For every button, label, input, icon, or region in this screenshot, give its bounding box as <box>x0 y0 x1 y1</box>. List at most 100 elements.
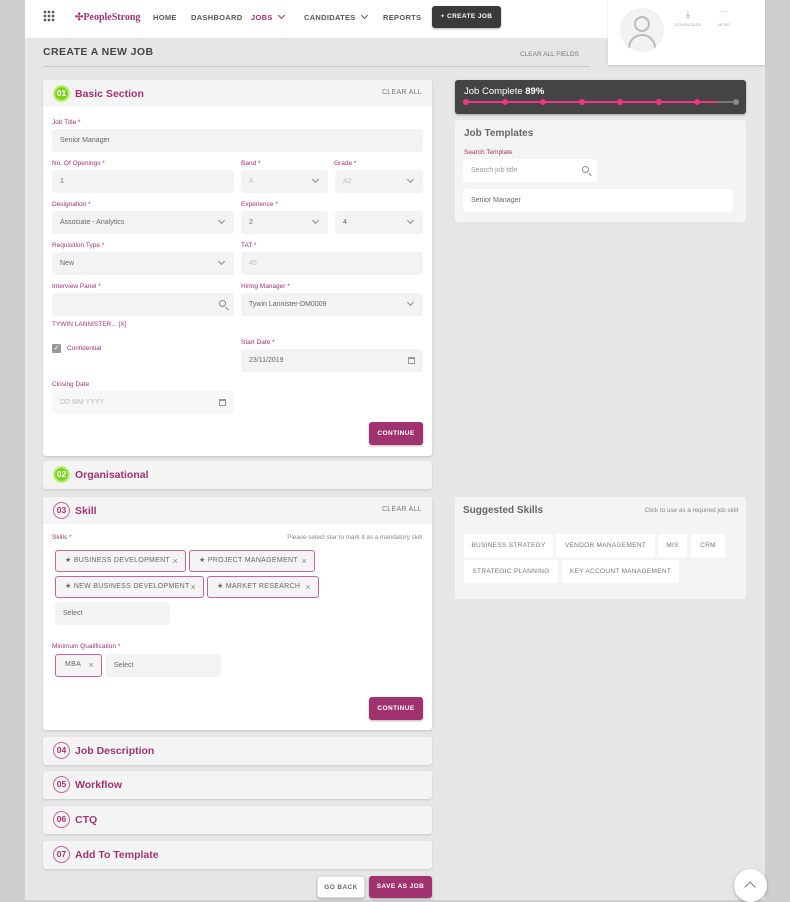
tat-input[interactable]: 45 <box>241 252 423 275</box>
download-icon[interactable]: ⤓ <box>686 9 690 20</box>
band-select[interactable]: A <box>241 170 328 193</box>
confidential-checkbox[interactable]: ✓ <box>52 344 61 353</box>
skill-chip[interactable]: ★ MARKET RESEARCH × <box>207 576 319 598</box>
requisition-type-label: Requisition Type * <box>52 242 105 249</box>
logo[interactable]: ✣PeopleStrong <box>75 12 140 23</box>
panel-member-chip[interactable]: TYWIN LANNISTER... [X] <box>52 321 126 328</box>
go-back-button[interactable]: GO BACK <box>317 876 365 898</box>
progress-step-dot <box>578 99 585 105</box>
hiring-manager-label: Hiring Manager * <box>241 283 290 290</box>
star-icon[interactable]: ★ <box>217 583 226 590</box>
more-label[interactable]: MORE <box>718 22 730 27</box>
hiring-manager-select[interactable]: Tywin Lannister-DM0009 <box>241 293 423 316</box>
section-title: CTQ <box>75 814 98 826</box>
downloads-label[interactable]: DOWNLOADS <box>675 22 701 27</box>
experience-min-select[interactable]: 2 <box>241 211 328 234</box>
designation-select[interactable]: Associate - Analytics <box>52 211 234 234</box>
skills-select[interactable]: Select <box>55 602 170 625</box>
step-number: 02 <box>53 466 70 483</box>
divider <box>43 66 590 67</box>
suggested-hint: Click to use as a required job skill <box>644 507 738 514</box>
star-icon[interactable]: ★ <box>65 583 74 590</box>
suggested-skill[interactable]: KEY ACCOUNT MANAGEMENT <box>562 560 679 583</box>
openings-label: No. Of Openings * <box>52 160 105 167</box>
clear-all-button[interactable]: CLEAR ALL <box>382 506 422 513</box>
close-icon[interactable]: × <box>172 551 178 571</box>
star-icon[interactable]: ★ <box>199 557 208 564</box>
star-icon[interactable]: ★ <box>65 557 74 564</box>
openings-input[interactable]: 1 <box>52 170 234 193</box>
step-number: 04 <box>53 742 70 759</box>
step-number: 07 <box>53 846 70 863</box>
progress-step-dot <box>463 99 469 105</box>
continue-button[interactable]: CONTINUE <box>369 697 423 720</box>
section-ctq[interactable]: 06 CTQ <box>43 806 432 834</box>
min-qualification-label: Minimum Qualification * <box>52 643 121 650</box>
qualification-select[interactable]: Select <box>106 654 221 677</box>
step-number: 06 <box>53 811 70 828</box>
suggested-skill[interactable]: BUSINESS STRATEGY <box>464 534 553 557</box>
chevron-down-icon <box>406 216 415 225</box>
close-icon[interactable]: × <box>190 577 196 597</box>
step-number: 03 <box>53 502 70 519</box>
scroll-to-top-button[interactable] <box>734 869 767 902</box>
avatar[interactable] <box>620 8 664 52</box>
save-as-job-button[interactable]: SAVE AS JOB <box>369 876 432 898</box>
section-job-description[interactable]: 04 Job Description <box>43 737 432 765</box>
interview-panel-input[interactable] <box>52 293 234 316</box>
suggested-skill[interactable]: CRM <box>691 534 725 557</box>
skill-chip[interactable]: ★ NEW BUSINESS DEVELOPMENT × <box>55 576 204 598</box>
grade-select[interactable]: A2 <box>335 170 423 193</box>
chevron-up-icon <box>744 881 756 893</box>
skill-chip[interactable]: ★ PROJECT MANAGEMENT × <box>189 550 315 572</box>
search-icon[interactable] <box>582 166 589 173</box>
suggested-skill[interactable]: STRATEGIC PLANNING <box>464 560 558 583</box>
close-icon[interactable]: × <box>301 551 307 571</box>
requisition-type-select[interactable]: New <box>52 252 234 275</box>
nav-dashboard[interactable]: DASHBOARD <box>191 13 242 22</box>
calendar-icon[interactable] <box>408 357 415 364</box>
clear-all-fields-link[interactable]: CLEAR ALL FIELDS <box>520 51 579 58</box>
search-template-label: Search Template <box>464 149 513 156</box>
job-title-input[interactable]: Senior Manager <box>52 129 423 152</box>
nav-jobs[interactable]: JOBS <box>251 11 285 22</box>
nav-reports[interactable]: REPORTS <box>383 13 421 22</box>
step-number: 01 <box>53 85 70 102</box>
section-add-to-template[interactable]: 07 Add To Template <box>43 841 432 869</box>
continue-button[interactable]: CONTINUE <box>369 422 423 445</box>
app-grid-icon[interactable] <box>43 10 55 22</box>
nav-candidates[interactable]: CANDIDATES <box>304 11 368 22</box>
chevron-down-icon <box>360 11 368 20</box>
suggested-skill[interactable]: MIS <box>658 534 687 557</box>
more-icon[interactable]: ··· <box>720 7 728 16</box>
clear-all-button[interactable]: CLEAR ALL <box>382 89 422 96</box>
confidential-label: Confidential <box>67 345 102 352</box>
skill-chip[interactable]: ★ BUSINESS DEVELOPMENT × <box>55 550 186 572</box>
close-icon[interactable]: × <box>305 577 311 597</box>
section-title: Basic Section <box>75 88 144 100</box>
suggested-skill[interactable]: VENDOR MANAGEMENT <box>556 534 655 557</box>
suggested-title: Suggested Skills <box>463 505 544 516</box>
template-result[interactable]: Senior Manager <box>463 189 733 212</box>
create-job-button[interactable]: + CREATE JOB <box>432 6 501 28</box>
qualification-chip[interactable]: MBA × <box>55 654 102 677</box>
calendar-icon[interactable] <box>219 399 226 406</box>
band-label: Band * <box>241 160 261 167</box>
progress-percent: 89% <box>525 86 545 97</box>
chevron-down-icon <box>406 175 415 184</box>
chevron-down-icon <box>311 175 320 184</box>
experience-max-select[interactable]: 4 <box>335 211 423 234</box>
section-workflow[interactable]: 05 Workflow <box>43 771 432 799</box>
close-icon[interactable]: × <box>88 655 94 675</box>
section-header[interactable]: 03 Skill CLEAR ALL <box>43 497 432 524</box>
section-header[interactable]: 01 Basic Section CLEAR ALL <box>43 80 432 107</box>
closing-date-input[interactable]: DD MM YYYY <box>52 391 234 414</box>
nav-home[interactable]: HOME <box>153 13 177 22</box>
suggested-skills-card: Suggested Skills Click to use as a requi… <box>455 497 746 599</box>
section-organisational[interactable]: 02 Organisational <box>43 461 432 489</box>
start-date-input[interactable]: 23/11/2019 <box>241 349 423 372</box>
section-title: Organisational <box>75 469 149 481</box>
templates-title: Job Templates <box>464 128 534 139</box>
job-templates-card: Job Templates Search Template Search job… <box>455 120 746 222</box>
template-search-input[interactable]: Search job title <box>463 159 597 182</box>
